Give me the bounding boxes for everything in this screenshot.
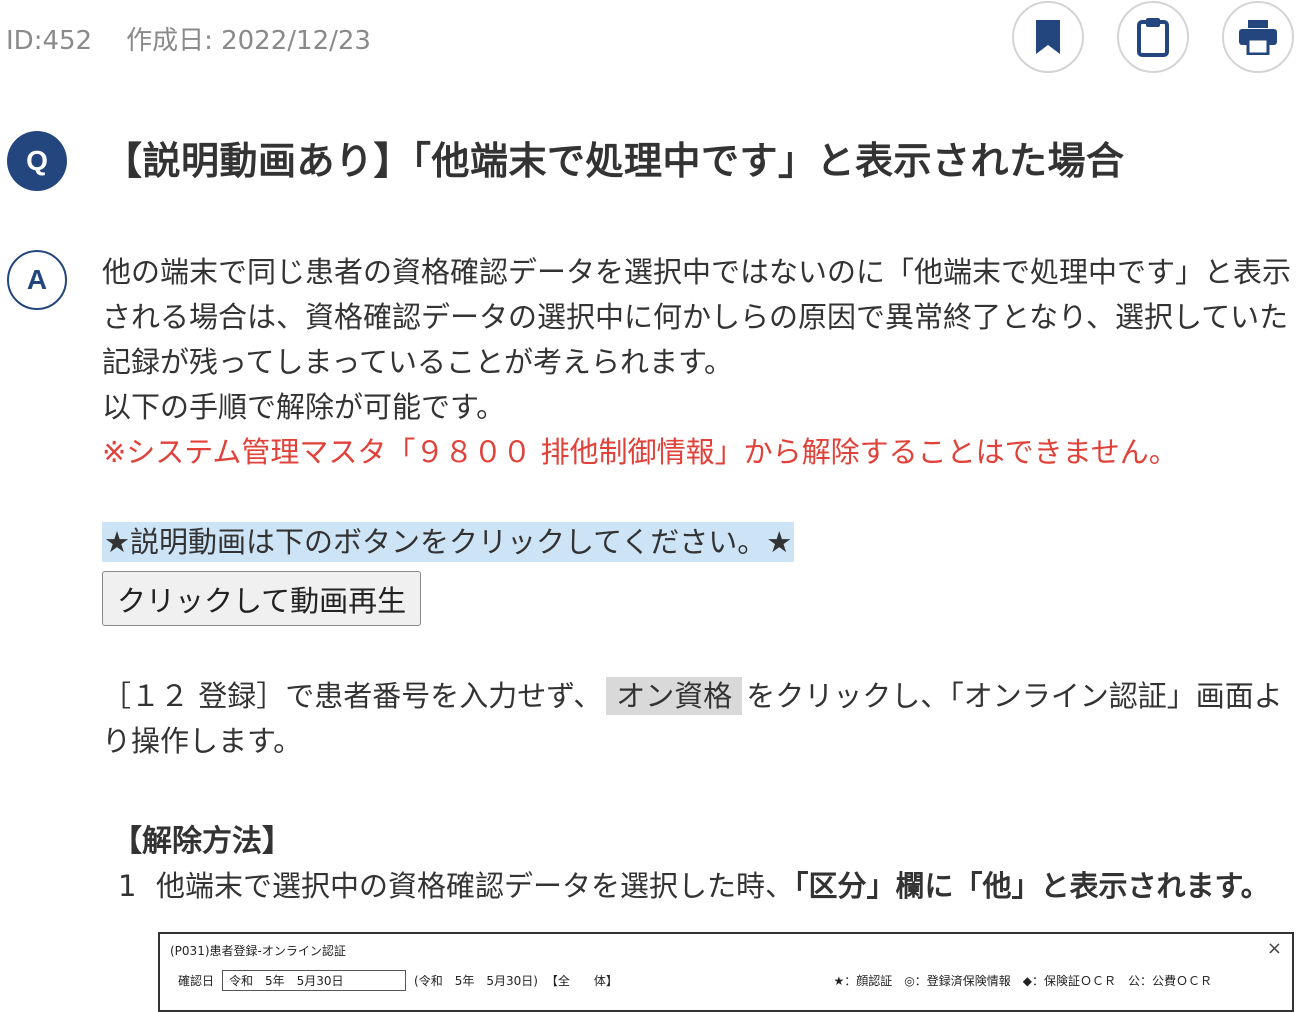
clipboard-icon (1137, 18, 1169, 57)
video-note-line: ★説明動画は下のボタンをクリックしてください。★ (102, 520, 1292, 565)
list-item: 1 他端末で選択中の資格確認データを選択した時、「区分」欄に「他」と表示されます… (102, 864, 1292, 909)
scope-label: 【全 体】 (545, 974, 618, 988)
screenshot-legend: ★：顔認証 ◎：登録済保険情報 ◆：保険証ＯＣＲ 公：公費ＯＣＲ (833, 974, 1212, 988)
answer-badge: A (7, 250, 67, 310)
article-meta: ID:452 作成日: 2022/12/23 (6, 20, 405, 57)
step-number: 1 (118, 869, 137, 903)
created-date: 作成日: 2022/12/23 (126, 26, 371, 56)
video-note: ★説明動画は下のボタンをクリックしてください。★ (102, 522, 795, 562)
screenshot-title: (P031)患者登録-オンライン認証 (170, 944, 346, 958)
article-id: ID:452 (6, 26, 93, 56)
date-label: 確認日 (178, 974, 215, 988)
bookmark-icon (1036, 20, 1060, 54)
answer-paragraph: 他の端末で同じ患者の資格確認データを選択中ではないのに「他端末で処理中です」と表… (102, 255, 1292, 379)
print-icon (1239, 20, 1277, 55)
warning-note: ※システム管理マスタ「９８００ 排他制御情報」から解除することはできません。 (102, 435, 1178, 469)
date-field: 令和 5年 5月30日 (222, 970, 407, 991)
step-text-plain: 他端末で選択中の資格確認データを選択した時、 (156, 869, 795, 903)
step-text: 他端末で選択中の資格確認データを選択した時、「区分」欄に「他」と表示されます。 (156, 864, 1292, 909)
online-qualification-chip: オン資格 (606, 677, 743, 715)
question-badge: Q (7, 131, 67, 191)
procedure-intro: ［１２ 登録］で患者番号を入力せず、 オン資格 をクリックし、「オンライン認証」画面… (102, 674, 1292, 764)
close-icon: × (1266, 938, 1282, 959)
print-button[interactable] (1222, 1, 1294, 73)
step-text-bold: 「区分」欄に「他」と表示されます。 (794, 869, 1270, 903)
screenshot-date-row: 確認日 令和 5年 5月30日 (令和 5年 5月30日) 【全 体】 (178, 970, 618, 991)
bookmark-button[interactable] (1012, 1, 1084, 73)
section-title: 【解除方法】 (112, 824, 292, 859)
clipboard-button[interactable] (1117, 1, 1189, 73)
question-title: 【説明動画あり】「他端末で処理中です」と表示された場合 (104, 139, 1125, 183)
date-paren: (令和 5年 5月30日) (414, 974, 538, 988)
answer-body: 他の端末で同じ患者の資格確認データを選択中ではないのに「他端末で処理中です」と表… (102, 250, 1292, 909)
play-video-button[interactable]: クリックして動画再生 (102, 571, 422, 626)
embedded-screenshot: (P031)患者登録-オンライン認証 × 確認日 令和 5年 5月30日 (令和… (158, 932, 1294, 1012)
answer-paragraph-2: 以下の手順で解除が可能です。 (102, 390, 506, 424)
procedure-intro-before: ［１２ 登録］で患者番号を入力せず、 (102, 679, 603, 713)
